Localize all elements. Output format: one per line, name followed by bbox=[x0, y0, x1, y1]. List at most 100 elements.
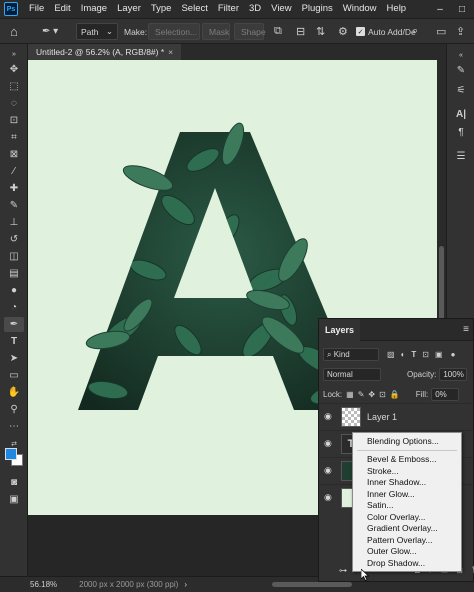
healing-brush-tool-icon[interactable]: ✚ bbox=[4, 181, 24, 196]
menu-help[interactable]: Help bbox=[382, 0, 412, 18]
status-expand-arrow[interactable]: › bbox=[184, 580, 187, 589]
eyedropper-tool-icon[interactable]: ⁄ bbox=[4, 164, 24, 179]
blur-tool-icon[interactable]: ● bbox=[4, 283, 24, 298]
shape-button[interactable]: Shape bbox=[234, 23, 266, 40]
menu-item[interactable]: Satin... bbox=[367, 500, 393, 510]
menu-item[interactable]: Bevel & Emboss... bbox=[367, 454, 436, 464]
visibility-eye-icon[interactable]: ◉ bbox=[324, 411, 336, 423]
dodge-tool-icon[interactable]: ◔ bbox=[4, 300, 24, 315]
type-filter-icon[interactable]: T bbox=[411, 350, 416, 359]
menu-edit[interactable]: Edit bbox=[49, 0, 75, 18]
menu-filter[interactable]: Filter bbox=[213, 0, 244, 18]
object-select-tool-icon[interactable]: ⊡ bbox=[4, 113, 24, 128]
menu-file[interactable]: File bbox=[24, 0, 49, 18]
workspace-icon[interactable]: ▭ bbox=[436, 23, 446, 40]
type-tool-icon[interactable]: T bbox=[4, 334, 24, 349]
paragraph-panel-icon[interactable]: ¶ bbox=[451, 124, 471, 140]
clone-stamp-tool-icon[interactable]: ⊥ bbox=[4, 215, 24, 230]
menu-plugins[interactable]: Plugins bbox=[297, 0, 338, 18]
close-tab-icon[interactable]: × bbox=[168, 47, 173, 57]
menu-layer[interactable]: Layer bbox=[112, 0, 146, 18]
frame-tool-icon[interactable]: ⊠ bbox=[4, 147, 24, 162]
opacity-input[interactable]: 100% bbox=[439, 367, 468, 381]
pen-tool-preset-icon[interactable]: ✒ ▾ bbox=[42, 23, 66, 40]
menu-item[interactable]: Stroke... bbox=[367, 466, 399, 476]
path-operations-icon[interactable]: ⧉ bbox=[274, 23, 282, 40]
menu-item[interactable]: Drop Shadow... bbox=[367, 558, 425, 568]
menu-view[interactable]: View bbox=[266, 0, 296, 18]
brush-tool-icon[interactable]: ✎ bbox=[4, 198, 24, 213]
crop-tool-icon[interactable]: ⌗ bbox=[4, 130, 24, 145]
layer-row[interactable]: ◉ Layer 1 bbox=[319, 403, 473, 429]
lock-pixels-icon[interactable]: ✎ bbox=[358, 390, 365, 399]
lock-position-icon[interactable]: ✥ bbox=[368, 390, 375, 399]
eraser-tool-icon[interactable]: ◫ bbox=[4, 249, 24, 264]
menu-item[interactable]: Outer Glow... bbox=[367, 546, 417, 556]
kind-filter-select[interactable]: ⌕ Kind bbox=[323, 347, 379, 361]
fill-input[interactable]: 0% bbox=[431, 387, 460, 401]
lock-transparency-icon[interactable]: ▦ bbox=[346, 390, 354, 399]
character-panel-icon[interactable]: A| bbox=[451, 106, 471, 122]
screen-mode-icon[interactable]: ▣ bbox=[4, 492, 24, 507]
share-icon[interactable]: ⇪ bbox=[456, 23, 465, 40]
mask-button[interactable]: Mask bbox=[202, 23, 230, 40]
panel-menu-icon[interactable]: ≡ bbox=[463, 324, 469, 335]
home-icon[interactable]: ⌂ bbox=[10, 23, 18, 40]
adjustment-filter-icon[interactable]: ◐ bbox=[401, 350, 406, 359]
selection-button[interactable]: Selection... bbox=[148, 23, 200, 40]
pen-tool-icon[interactable]: ✒ bbox=[4, 317, 24, 332]
smart-object-filter-icon[interactable]: ▣ bbox=[435, 350, 443, 359]
menu-window[interactable]: Window bbox=[338, 0, 382, 18]
menu-item[interactable]: Blending Options... bbox=[367, 436, 439, 446]
rectangle-tool-icon[interactable]: ▭ bbox=[4, 368, 24, 383]
foreground-color-swatch[interactable] bbox=[5, 448, 17, 460]
path-mode-select[interactable]: Path ⌄ bbox=[76, 23, 118, 40]
path-selection-tool-icon[interactable]: ➤ bbox=[4, 351, 24, 366]
shape-filter-icon[interactable]: ⊡ bbox=[422, 350, 429, 359]
zoom-tool-icon[interactable]: ⚲ bbox=[4, 402, 24, 417]
auto-add-delete-checkbox[interactable]: ✓ Auto Add/De bbox=[356, 23, 416, 40]
pixel-filter-icon[interactable]: ▨ bbox=[387, 350, 395, 359]
lock-all-icon[interactable]: 🔒 bbox=[390, 390, 400, 399]
visibility-eye-icon[interactable]: ◉ bbox=[324, 438, 336, 450]
search-icon[interactable]: ⌕ bbox=[412, 23, 418, 40]
menu-item[interactable]: Gradient Overlay... bbox=[367, 523, 438, 533]
brush-settings-icon[interactable]: ✎ bbox=[451, 62, 471, 78]
move-tool-icon[interactable]: ✥ bbox=[4, 62, 24, 77]
quick-mask-icon[interactable]: ◙ bbox=[4, 475, 24, 490]
zoom-level[interactable]: 56.18% bbox=[30, 580, 57, 589]
menu-select[interactable]: Select bbox=[176, 0, 212, 18]
visibility-eye-icon[interactable]: ◉ bbox=[324, 465, 336, 477]
hand-tool-icon[interactable]: ✋ bbox=[4, 385, 24, 400]
menu-image[interactable]: Image bbox=[76, 0, 112, 18]
panel-collapse-icon[interactable]: « bbox=[451, 47, 471, 63]
menu-item[interactable]: Pattern Overlay... bbox=[367, 535, 433, 545]
horizontal-scroll-thumb[interactable] bbox=[272, 582, 352, 587]
more-tools-icon[interactable]: ⋯ bbox=[4, 419, 24, 434]
gradient-tool-icon[interactable]: ▤ bbox=[4, 266, 24, 281]
layers-tab[interactable]: Layers bbox=[319, 319, 361, 341]
lock-artboard-icon[interactable]: ⊡ bbox=[379, 390, 386, 399]
menu-type[interactable]: Type bbox=[146, 0, 177, 18]
path-alignment-icon[interactable]: ⊟ bbox=[296, 23, 305, 40]
document-tab[interactable]: Untitled-2 @ 56.2% (A, RGB/8#) * × bbox=[28, 44, 182, 60]
link-layers-icon[interactable]: ⊶ bbox=[339, 566, 347, 575]
lasso-tool-icon[interactable]: ◌ bbox=[4, 96, 24, 111]
menu-item[interactable]: Color Overlay... bbox=[367, 512, 425, 522]
properties-panel-icon[interactable]: ☰ bbox=[451, 148, 471, 164]
path-arrangement-icon[interactable]: ⇅ bbox=[316, 23, 325, 40]
path-mode-label: Path bbox=[81, 26, 99, 37]
toolbar-collapse-icon[interactable]: » bbox=[4, 47, 24, 62]
menu-3d[interactable]: 3D bbox=[244, 0, 266, 18]
visibility-eye-icon[interactable]: ◉ bbox=[324, 492, 336, 504]
adjustments-icon[interactable]: ⚟ bbox=[451, 82, 471, 98]
menu-item[interactable]: Inner Shadow... bbox=[367, 477, 426, 487]
history-brush-tool-icon[interactable]: ↺ bbox=[4, 232, 24, 247]
minimize-icon[interactable]: – bbox=[430, 0, 450, 18]
blend-mode-select[interactable]: Normal bbox=[323, 367, 381, 381]
menu-item[interactable]: Inner Glow... bbox=[367, 489, 415, 499]
restore-icon[interactable]: □ bbox=[452, 0, 472, 18]
filter-toggle-icon[interactable]: ● bbox=[451, 350, 456, 359]
marquee-tool-icon[interactable]: ⬚ bbox=[4, 79, 24, 94]
settings-gear-icon[interactable]: ⚙ bbox=[338, 23, 348, 40]
